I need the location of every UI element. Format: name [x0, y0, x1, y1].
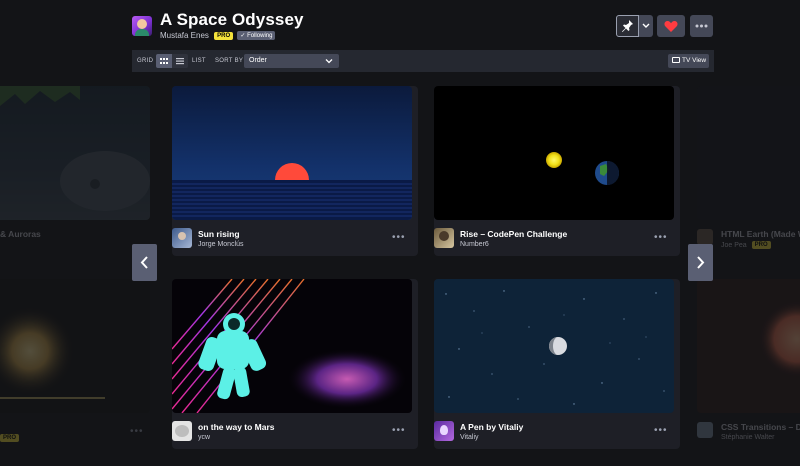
- pen-thumbnail[interactable]: [172, 279, 412, 413]
- pen-title[interactable]: Sun rising: [198, 229, 240, 239]
- sort-by-label: SORT BY: [215, 58, 244, 64]
- pen-more-button[interactable]: •••: [392, 425, 406, 436]
- pen-card[interactable]: A Pen by Vitaliy Vitaliy •••: [434, 279, 680, 449]
- side-card-more-button[interactable]: •••: [130, 426, 144, 437]
- side-card-right-top[interactable]: HTML Earth (Made W Joe Pea PRO: [697, 86, 800, 256]
- tv-view-button[interactable]: TV View: [668, 54, 709, 68]
- pen-author[interactable]: Vitaliy: [460, 434, 479, 441]
- sort-select[interactable]: Order: [244, 54, 339, 68]
- tv-view-label: TV View: [682, 57, 707, 64]
- collection-title: A Space Odyssey: [160, 10, 304, 29]
- collection-owner-avatar[interactable]: [132, 16, 152, 36]
- pen-thumbnail[interactable]: [434, 279, 674, 413]
- pen-thumbnail[interactable]: [434, 86, 674, 220]
- side-card-title: CSS Transitions – D: [721, 422, 800, 432]
- owner-name[interactable]: Mustafa Enes: [160, 31, 209, 40]
- glowing-orb-graphic: [0, 306, 105, 399]
- sunset-graphic: [172, 163, 412, 220]
- pen-title[interactable]: Rise – CodePen Challenge: [460, 229, 567, 239]
- side-card-author[interactable]: Stéphanie Walter: [721, 434, 774, 441]
- side-card-thumbnail: [0, 86, 150, 220]
- glowing-circle-graphic: [759, 301, 800, 377]
- grid-icon: [160, 58, 168, 64]
- more-icon: [695, 24, 708, 28]
- side-card-left-top[interactable]: & Auroras: [0, 86, 150, 256]
- pen-more-button[interactable]: •••: [654, 425, 668, 436]
- pen-thumbnail[interactable]: [172, 86, 412, 220]
- like-button[interactable]: [657, 15, 685, 37]
- author-avatar[interactable]: [172, 421, 192, 441]
- pin-icon: [622, 20, 633, 32]
- side-card-thumbnail: [697, 86, 800, 220]
- list-view-button[interactable]: [172, 54, 188, 68]
- side-card-avatar[interactable]: [697, 422, 713, 438]
- chevron-down-icon: [325, 59, 333, 64]
- pen-title[interactable]: on the way to Mars: [198, 422, 275, 432]
- pen-author[interactable]: Jorge Monclús: [198, 241, 244, 248]
- author-avatar[interactable]: [434, 421, 454, 441]
- chevron-right-icon: [697, 256, 705, 269]
- pin-dropdown-button[interactable]: [639, 15, 653, 37]
- pen-author[interactable]: ycw: [198, 434, 210, 441]
- side-card-avatar[interactable]: [697, 229, 713, 245]
- chevron-left-icon: [140, 256, 148, 269]
- pin-button[interactable]: [616, 15, 639, 37]
- side-card-title: & Auroras: [0, 229, 41, 239]
- side-card-right-bottom[interactable]: CSS Transitions – D Stéphanie Walter: [697, 279, 800, 449]
- list-icon: [176, 58, 184, 65]
- side-card-pro-badge: PRO: [751, 241, 771, 249]
- pro-badge: PRO: [214, 32, 234, 40]
- side-card-author: Joe Pea PRO: [721, 241, 771, 249]
- astronaut-graphic: [172, 279, 407, 413]
- sort-select-value: Order: [249, 57, 267, 64]
- side-card-left-bottom[interactable]: PRO •••: [0, 279, 150, 449]
- side-card-title: HTML Earth (Made W: [721, 229, 800, 239]
- pen-title[interactable]: A Pen by Vitaliy: [460, 422, 523, 432]
- chevron-down-icon: [642, 23, 650, 28]
- author-avatar[interactable]: [434, 228, 454, 248]
- list-label: LIST: [192, 58, 206, 64]
- pen-more-button[interactable]: •••: [654, 232, 668, 243]
- side-card-thumbnail: [0, 279, 150, 413]
- pen-card[interactable]: Sun rising Jorge Monclús •••: [172, 86, 418, 256]
- previous-page-button[interactable]: [132, 244, 157, 281]
- grid-label: GRID: [137, 58, 154, 64]
- pen-author[interactable]: Number6: [460, 241, 489, 248]
- collection-more-button[interactable]: [690, 15, 713, 37]
- pen-card[interactable]: Rise – CodePen Challenge Number6 •••: [434, 86, 680, 256]
- side-card-thumbnail: [697, 279, 800, 413]
- following-button[interactable]: ✓ Following: [237, 31, 276, 40]
- aurora-mountains-graphic: [0, 86, 150, 211]
- heart-icon: [664, 21, 678, 32]
- collection-owner: Mustafa Enes PRO ✓ Following: [160, 31, 276, 40]
- tv-icon: [672, 57, 680, 63]
- side-card-pro-badge: PRO: [0, 434, 20, 442]
- grid-view-button[interactable]: [156, 54, 172, 68]
- sun-earth-graphic: [546, 152, 619, 185]
- pen-more-button[interactable]: •••: [392, 232, 406, 243]
- next-page-button[interactable]: [688, 244, 713, 281]
- author-avatar[interactable]: [172, 228, 192, 248]
- pen-card[interactable]: on the way to Mars ycw •••: [172, 279, 418, 449]
- moon-starfield-graphic: [445, 290, 665, 405]
